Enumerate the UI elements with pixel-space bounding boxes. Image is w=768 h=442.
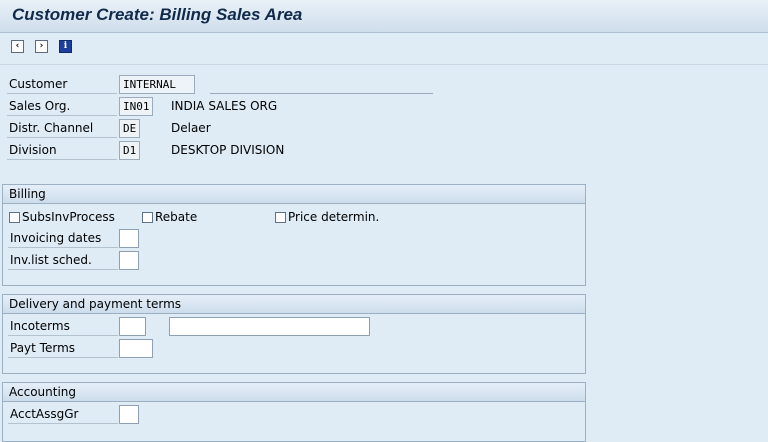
distr-channel-label: Distr. Channel (7, 119, 117, 138)
incoterms-label: Incoterms (8, 317, 118, 336)
inv-list-sched-field[interactable] (119, 251, 139, 270)
previous-screen-icon[interactable]: ‹ (11, 40, 24, 53)
accounting-group: Accounting AcctAssgGr (2, 382, 586, 442)
checkbox-box[interactable] (9, 212, 20, 223)
title-bar: Customer Create: Billing Sales Area (0, 0, 768, 33)
subs-inv-process-label: SubsInvProcess (22, 210, 115, 224)
payt-terms-field[interactable] (119, 339, 153, 358)
customer-name-line (210, 93, 433, 94)
sales-org-label: Sales Org. (7, 97, 117, 116)
delivery-payment-group-title: Delivery and payment terms (3, 295, 585, 314)
billing-group: Billing SubsInvProcess Rebate Price dete… (2, 184, 586, 286)
rebate-label: Rebate (155, 210, 198, 224)
price-determin-label: Price determin. (288, 210, 380, 224)
division-field[interactable]: D1 (119, 141, 140, 160)
billing-group-title: Billing (3, 185, 585, 204)
application-toolbar: ‹ › i (0, 33, 768, 63)
division-description: DESKTOP DIVISION (171, 143, 285, 157)
distr-channel-field[interactable]: DE (119, 119, 140, 138)
division-label: Division (7, 141, 117, 160)
info-icon[interactable]: i (59, 40, 72, 53)
next-screen-icon[interactable]: › (35, 40, 48, 53)
inv-list-sched-label: Inv.list sched. (8, 251, 118, 270)
incoterms-part2-field[interactable] (169, 317, 370, 336)
checkbox-box[interactable] (275, 212, 286, 223)
sales-org-field[interactable]: IN01 (119, 97, 153, 116)
page-title: Customer Create: Billing Sales Area (12, 5, 303, 24)
invoicing-dates-label: Invoicing dates (8, 229, 118, 248)
incoterms-field[interactable] (119, 317, 146, 336)
customer-label: Customer (7, 75, 117, 94)
sales-org-description: INDIA SALES ORG (171, 99, 278, 113)
payt-terms-label: Payt Terms (8, 339, 118, 358)
price-determin-checkbox[interactable]: Price determin. (275, 209, 379, 225)
acct-assg-gr-field[interactable] (119, 405, 139, 424)
invoicing-dates-field[interactable] (119, 229, 139, 248)
toolbar-divider (0, 64, 768, 65)
customer-field[interactable]: INTERNAL (119, 75, 195, 94)
rebate-checkbox[interactable]: Rebate (142, 209, 197, 225)
delivery-payment-group: Delivery and payment terms Incoterms Pay… (2, 294, 586, 374)
acct-assg-gr-label: AcctAssgGr (8, 405, 118, 424)
accounting-group-title: Accounting (3, 383, 585, 402)
distr-channel-description: Delaer (171, 121, 211, 135)
checkbox-box[interactable] (142, 212, 153, 223)
subs-inv-process-checkbox[interactable]: SubsInvProcess (9, 209, 115, 225)
